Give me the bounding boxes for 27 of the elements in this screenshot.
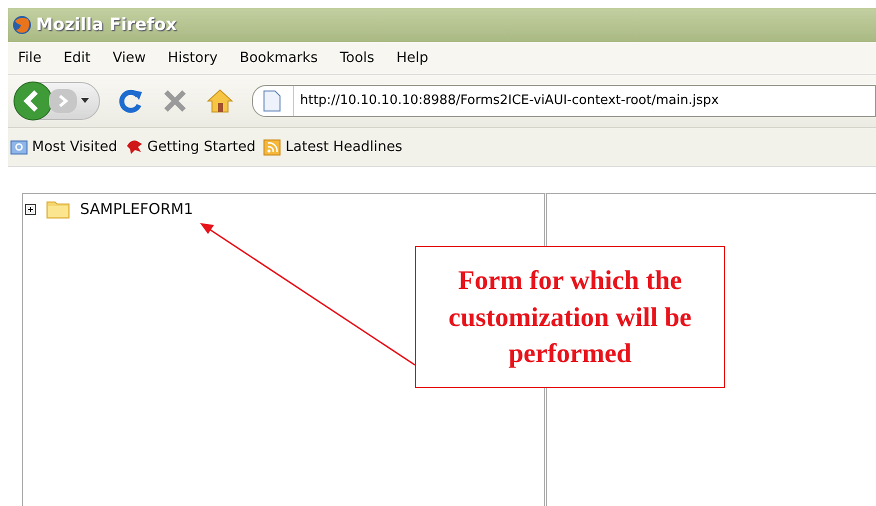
folder-icon [46, 199, 70, 219]
chevron-icon [56, 93, 70, 109]
back-button[interactable] [13, 81, 53, 121]
reload-icon[interactable] [118, 88, 144, 114]
url-text: http://10.10.10.10:8988/Forms2ICE-viAUI-context-root/main.jspx [293, 86, 719, 116]
menu-item[interactable]: History [168, 50, 218, 66]
menu-item[interactable]: Bookmarks [240, 50, 318, 66]
menu-item[interactable]: View [112, 50, 146, 66]
caret-icon [81, 98, 89, 104]
bookmark-link[interactable]: Most Visited [10, 138, 118, 156]
bookmark-link[interactable]: Getting Started [125, 138, 256, 156]
bookmark-link[interactable]: Latest Headlines [263, 138, 402, 156]
menu-item[interactable]: Tools [340, 50, 374, 66]
creature-icon [125, 138, 144, 156]
stop-icon[interactable] [162, 88, 188, 114]
tree-item[interactable]: SAMPLEFORM1 [80, 200, 194, 218]
window-title: Mozilla Firefox [36, 15, 177, 35]
home-icon[interactable] [206, 88, 234, 114]
callout-note: Form for which the customization will be performed [415, 246, 725, 388]
globe-icon [12, 15, 32, 35]
menu-item[interactable]: File [18, 50, 42, 66]
expand-icon[interactable] [25, 204, 36, 214]
menu-item[interactable]: Edit [63, 50, 91, 66]
menu-item[interactable]: Help [396, 50, 428, 66]
folder-search-icon [10, 138, 28, 156]
address-bar[interactable]: http://10.10.10.10:8988/Forms2ICE-viAUI-context-root/main.jspx [252, 85, 876, 117]
feed-icon [263, 138, 282, 156]
